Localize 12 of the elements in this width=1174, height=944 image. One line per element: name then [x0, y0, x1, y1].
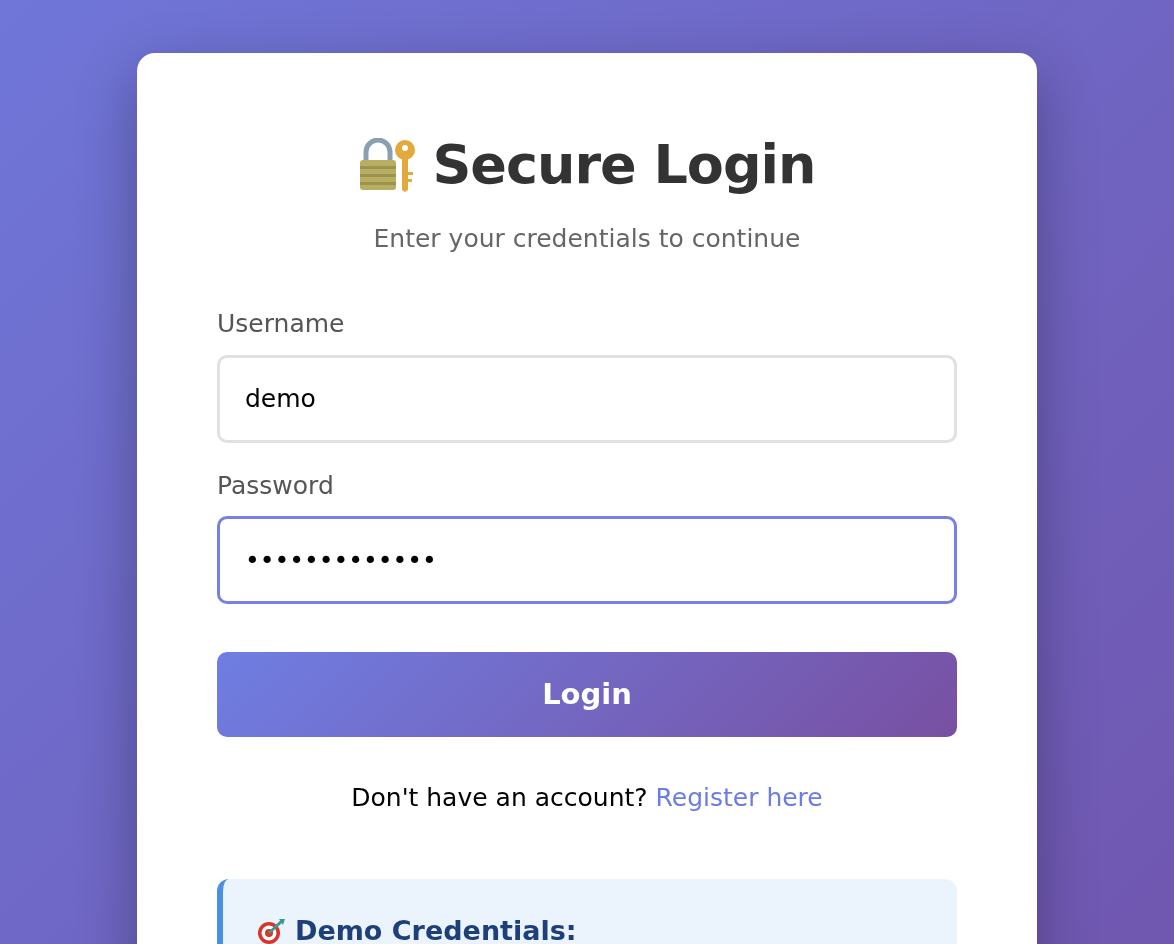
target-dart-icon — [257, 917, 287, 944]
register-link[interactable]: Register here — [655, 783, 823, 813]
padlock-key-icon — [358, 138, 417, 193]
field-label: Username — [217, 308, 346, 341]
login-button[interactable]: Login — [217, 652, 957, 738]
password-field[interactable]: ••••••••••••• — [217, 516, 957, 605]
username-field[interactable]: demo — [217, 354, 957, 443]
field-label: Password — [217, 469, 335, 502]
demo-credentials-title: Demo Credentials: — [295, 913, 577, 944]
register-prompt: Don't have an account? — [351, 783, 648, 813]
subtitle: Enter your credentials to continue — [372, 222, 802, 255]
login-title: Secure Login — [432, 133, 816, 198]
